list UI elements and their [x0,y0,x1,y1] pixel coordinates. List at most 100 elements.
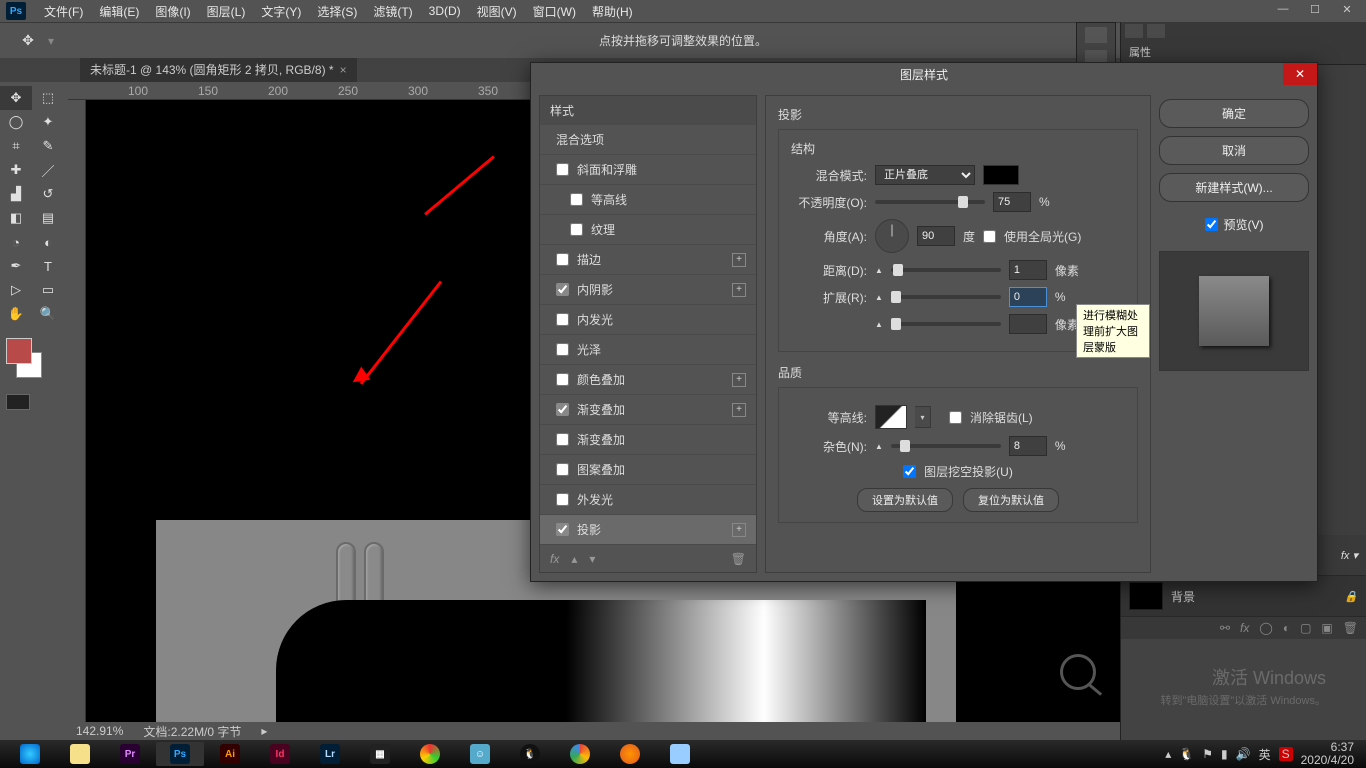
add-icon[interactable]: + [732,373,746,387]
taskbar-firefox[interactable] [606,742,654,766]
style-stroke[interactable]: 描边+ [540,245,756,275]
menu-window[interactable]: 窗口(W) [525,3,584,20]
style-pattern-overlay[interactable]: 图案叠加 [540,455,756,485]
dialog-close-button[interactable]: ✕ [1283,63,1317,85]
marquee-tool[interactable]: ⬚ [32,86,64,110]
clock[interactable]: 6:37 2020/4/20 [1301,741,1360,767]
pattern-overlay-checkbox[interactable] [556,463,569,476]
up-arrow-icon[interactable]: ▴ [571,552,577,566]
heal-tool[interactable]: ✚ [0,158,32,182]
taskbar-app2[interactable] [406,742,454,766]
tray-qq-icon[interactable]: 🐧 [1179,747,1194,761]
new-style-button[interactable]: 新建样式(W)... [1159,173,1309,202]
menu-3d[interactable]: 3D(D) [421,4,469,18]
global-light-checkbox[interactable] [983,230,996,243]
blend-mode-select[interactable]: 正片叠底 [875,165,975,185]
opacity-input[interactable] [993,192,1031,212]
taskbar-illustrator[interactable]: Ai [206,742,254,766]
style-gradient-overlay[interactable]: 渐变叠加+ [540,395,756,425]
eyedropper-tool[interactable]: ✎ [32,134,64,158]
size-slider[interactable] [891,322,1001,326]
drop-shadow-checkbox[interactable] [556,523,569,536]
tray-network-icon[interactable]: ▮ [1221,747,1228,761]
noise-input[interactable] [1009,436,1047,456]
menu-help[interactable]: 帮助(H) [584,3,641,20]
menu-file[interactable]: 文件(F) [36,3,91,20]
make-default-button[interactable]: 设置为默认值 [857,488,953,512]
add-icon[interactable]: + [732,253,746,267]
menu-view[interactable]: 视图(V) [469,3,525,20]
knockout-checkbox[interactable] [903,465,916,478]
style-blend-options[interactable]: 混合选项 [540,125,756,155]
distance-input[interactable] [1009,260,1047,280]
move-tool-icon[interactable]: ✥ [18,31,38,51]
gradient-tool[interactable]: ▤ [32,206,64,230]
wand-tool[interactable]: ✦ [32,110,64,134]
taskbar-explorer[interactable] [56,742,104,766]
lasso-tool[interactable]: ◯ [0,110,32,134]
tray-ime1[interactable]: 英 [1259,746,1271,763]
style-inner-shadow[interactable]: 内阴影+ [540,275,756,305]
stamp-tool[interactable]: ▟ [0,182,32,206]
cancel-button[interactable]: 取消 [1159,136,1309,165]
brush-tool[interactable]: ／ [32,158,64,182]
zoom-tool[interactable]: 🔍 [32,302,64,326]
taskbar-indesign[interactable]: Id [256,742,304,766]
shape-tool[interactable]: ▭ [32,278,64,302]
tray-flag-icon[interactable]: ⚑ [1202,747,1213,761]
opacity-slider[interactable] [875,200,985,204]
style-contour[interactable]: 等高线 [540,185,756,215]
style-outer-glow[interactable]: 外发光 [540,485,756,515]
satin-checkbox[interactable] [556,343,569,356]
ok-button[interactable]: 确定 [1159,99,1309,128]
menu-filter[interactable]: 滤镜(T) [365,3,420,20]
style-color-overlay[interactable]: 颜色叠加+ [540,365,756,395]
taskbar-qq[interactable]: 🐧 [506,742,554,766]
preview-checkbox[interactable] [1205,218,1218,231]
add-icon[interactable]: + [732,403,746,417]
style-gradient-overlay-2[interactable]: 渐变叠加 [540,425,756,455]
status-arrow-icon[interactable]: ▸ [261,724,267,738]
crop-tool[interactable]: ⌗ [0,134,32,158]
add-icon[interactable]: + [732,283,746,297]
taskbar-photoshop[interactable]: Ps [156,742,204,766]
add-icon[interactable]: + [732,523,746,537]
history-brush-tool[interactable]: ↺ [32,182,64,206]
taskbar-lightroom[interactable]: Lr [306,742,354,766]
document-tab[interactable]: 未标题-1 @ 143% (圆角矩形 2 拷贝, RGB/8) * × [80,57,357,82]
dodge-tool[interactable]: ◐ [32,230,64,254]
new-layer-icon[interactable]: ▣ [1321,621,1332,635]
color-overlay-checkbox[interactable] [556,373,569,386]
eraser-tool[interactable]: ◧ [0,206,32,230]
pen-tool[interactable]: ✒ [0,254,32,278]
close-button[interactable]: ✕ [1332,0,1362,18]
hand-tool[interactable]: ✋ [0,302,32,326]
fx-footer-icon[interactable]: fx [550,552,559,566]
contour-picker[interactable] [875,405,907,429]
menu-image[interactable]: 图像(I) [147,3,198,20]
folder-icon[interactable]: ▢ [1300,621,1311,635]
taskbar-premiere[interactable]: Pr [106,742,154,766]
taskbar-notes[interactable] [656,742,704,766]
menu-select[interactable]: 选择(S) [309,3,365,20]
taskbar-app1[interactable]: ▦ [356,742,404,766]
quickmask-toggle[interactable] [6,394,30,410]
fx-icon[interactable]: fx [1240,621,1249,635]
menu-layer[interactable]: 图层(L) [199,3,254,20]
taskbar-app3[interactable]: ☺ [456,742,504,766]
fx-badge[interactable]: fx ▾ [1341,549,1358,562]
inner-shadow-checkbox[interactable] [556,283,569,296]
bevel-checkbox[interactable] [556,163,569,176]
style-drop-shadow[interactable]: 投影+ [540,515,756,545]
distance-slider[interactable] [891,268,1001,272]
foreground-color[interactable] [6,338,32,364]
down-arrow-icon[interactable]: ▾ [589,552,595,566]
style-inner-glow[interactable]: 内发光 [540,305,756,335]
minimize-button[interactable]: — [1268,0,1298,18]
mask-icon[interactable]: ◯ [1259,621,1272,635]
grad-overlay2-checkbox[interactable] [556,433,569,446]
reset-default-button[interactable]: 复位为默认值 [963,488,1059,512]
size-input[interactable] [1009,314,1047,334]
grad-overlay-checkbox[interactable] [556,403,569,416]
blur-tool[interactable]: ◔ [0,230,32,254]
